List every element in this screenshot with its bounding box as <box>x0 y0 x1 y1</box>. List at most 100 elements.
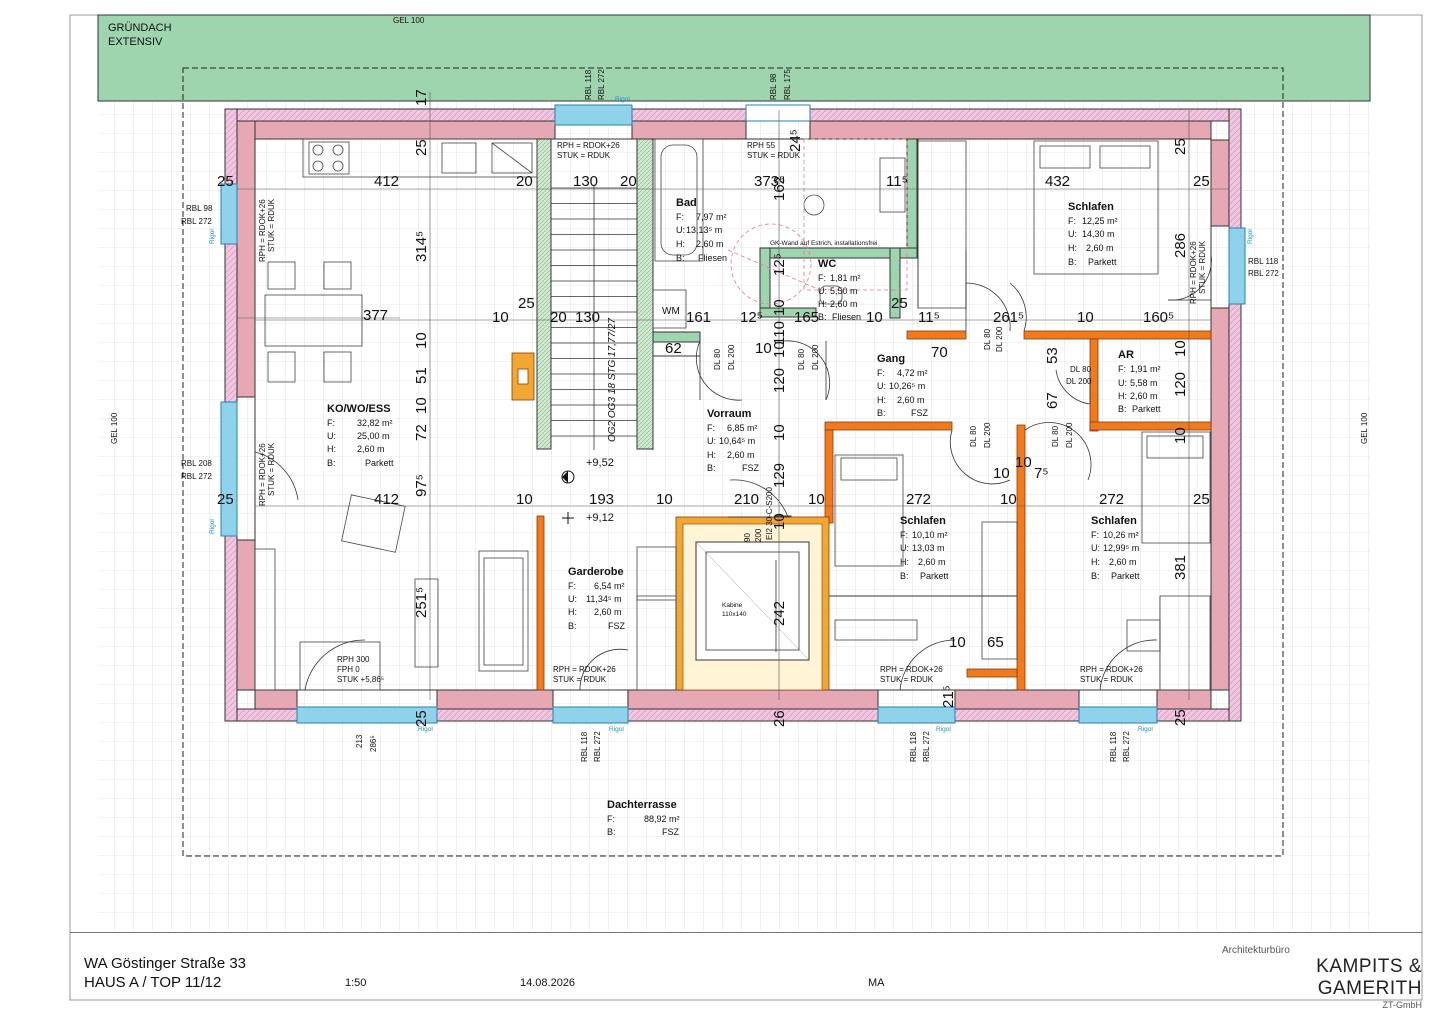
prop-value: 11,34⁵ m <box>586 594 622 604</box>
dim-272: 272 <box>906 491 931 508</box>
dim-2615: 261⁵ <box>993 309 1024 326</box>
dim-65: 65 <box>987 634 1004 651</box>
rigol-label: Rigol <box>609 726 624 733</box>
rbl-272: RBL 272 <box>1122 731 1131 762</box>
dim-1605: 160⁵ <box>1143 309 1174 326</box>
prop-value: 7,97 m² <box>696 212 727 222</box>
prop-value: FSZ <box>608 621 626 631</box>
dim-10: 10 <box>413 397 430 414</box>
prop-value: 1,81 m² <box>830 273 861 283</box>
prop-value: 1,91 m² <box>1130 364 1161 374</box>
prop-label: H: <box>1091 557 1100 567</box>
scale: 1:50 <box>345 977 367 989</box>
dim-377: 377 <box>363 307 388 324</box>
gel-right: GEL 100 <box>1360 412 1369 444</box>
prop-label: U: <box>707 436 716 446</box>
rbl-272: RBL 272 <box>1248 269 1279 278</box>
prop-value: Parkett <box>365 458 394 468</box>
rigol-label: Rigol <box>936 726 951 733</box>
rbl-118: RBL 118 <box>1248 257 1279 266</box>
stuk-note: STUK = RDUK <box>880 675 934 684</box>
dim-193: 193 <box>589 491 614 508</box>
dim-200: 200 <box>754 528 763 542</box>
prop-value: 6,54 m² <box>594 581 625 591</box>
level-952: +9,52 <box>586 457 614 469</box>
dim-10: 10 <box>492 309 509 326</box>
prop-label: B: <box>1091 571 1100 581</box>
dim-125: 12⁵ <box>740 309 763 326</box>
dim-210: 210 <box>734 491 759 508</box>
dim-25: 25 <box>217 173 234 190</box>
rbl-98: RBL 98 <box>769 73 778 100</box>
dim-10: 10 <box>771 424 788 441</box>
prop-value: Parkett <box>1111 571 1140 581</box>
gel-left: GEL 100 <box>110 412 119 444</box>
stair-label: OG2 OG3 18 STG 17,77/27 <box>607 318 618 442</box>
stuk-note: STUK = RDUK <box>267 198 276 252</box>
prop-value: 88,92 m² <box>644 814 680 824</box>
dim-10: 10 <box>949 634 966 651</box>
dl-200: DL 200 <box>995 326 1004 352</box>
dim-25: 25 <box>1193 491 1210 508</box>
prop-value: 2,60 m <box>594 607 622 617</box>
rbl-272: RBL 272 <box>593 731 602 762</box>
dim-10: 10 <box>516 491 533 508</box>
floor-plan: GRÜNDACH EXTENSIV GEL 100 GEL 100 GEL 10… <box>69 14 1423 1001</box>
prop-value: 2,60 m <box>357 444 385 454</box>
prop-value: 2,60 m <box>830 299 858 309</box>
dim-215: 21⁵ <box>940 685 957 708</box>
prop-label: F: <box>1118 364 1126 374</box>
room-name: Gang <box>877 353 905 365</box>
rph-note: RPH = RDOK+26 <box>553 665 616 674</box>
dim-10: 10 <box>1015 454 1032 471</box>
rbl-272: RBL 272 <box>922 731 931 762</box>
dim-20: 20 <box>620 173 637 190</box>
room-name: WC <box>818 258 836 270</box>
room-name: AR <box>1118 349 1134 361</box>
prop-value: 2,60 m <box>1130 391 1158 401</box>
date: 14.08.2026 <box>520 977 576 989</box>
kabine-label: Kabine <box>722 602 743 609</box>
dl-80: DL 80 <box>713 348 722 370</box>
unit-name: HAUS A / TOP 11/12 <box>84 974 222 991</box>
prop-label: F: <box>1091 530 1099 540</box>
room-name: KO/WO/ESS <box>327 403 391 415</box>
prop-label: F: <box>877 368 885 378</box>
stuk-note: STUK = RDUK <box>1198 240 1207 294</box>
firm-line-1: Architekturbüro <box>1222 945 1290 956</box>
project-name: WA Göstinger Straße 33 <box>84 955 247 972</box>
dim-53: 53 <box>1044 347 1061 364</box>
dim-25: 25 <box>1172 709 1189 726</box>
prop-label: F: <box>327 418 335 428</box>
rbl-175: RBL 175 <box>783 69 792 100</box>
dim-165: 165 <box>794 309 819 326</box>
level-marker-952 <box>561 470 575 484</box>
stuk-note: STUK = RDUK <box>1080 675 1134 684</box>
dim-51: 51 <box>413 367 430 384</box>
drawer-initials: MA <box>868 977 885 989</box>
dim-20: 20 <box>516 173 533 190</box>
rbl-118: RBL 118 <box>580 731 589 762</box>
prop-label: F: <box>607 814 615 824</box>
dl-80: DL 80 <box>983 328 992 350</box>
room-name: Schlafen <box>1068 201 1114 213</box>
prop-value: 13,03 m <box>912 543 945 553</box>
rbl-118: RBL 118 <box>584 69 593 100</box>
prop-label: H: <box>1118 391 1127 401</box>
dim-115: 11⁵ <box>918 309 940 326</box>
prop-label: B: <box>327 458 336 468</box>
dim-213: 213 <box>355 734 364 748</box>
dim-72: 72 <box>413 424 430 441</box>
dim-115: 11⁵ <box>886 173 908 190</box>
room-schlafen-3: Schlafen F: 10,26 m² U: 12,99⁵ m H: 2,60… <box>1091 515 1140 581</box>
elevator-shaft <box>675 516 830 691</box>
prop-label: U: <box>327 431 336 441</box>
prop-label: B: <box>607 827 616 837</box>
room-name: Garderobe <box>568 566 624 578</box>
prop-value: 12,25 m² <box>1082 216 1118 226</box>
dim-245: 24⁵ <box>787 129 804 152</box>
prop-value: 5,50 m <box>830 286 858 296</box>
prop-value: 2,60 m <box>918 557 946 567</box>
dim-162: 162 <box>771 176 788 201</box>
dim-25: 25 <box>1193 173 1210 190</box>
